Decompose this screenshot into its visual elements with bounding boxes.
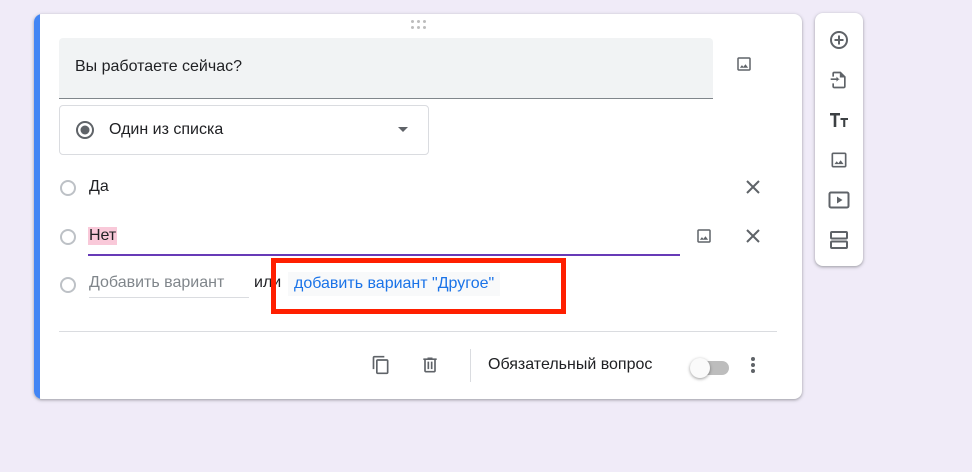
floating-toolbar: [815, 13, 863, 266]
title-text-icon[interactable]: [827, 108, 851, 132]
question-type-label: Один из списка: [109, 121, 224, 138]
add-section-icon[interactable]: [827, 228, 851, 252]
radio-checked-icon: [75, 120, 95, 145]
footer-vertical-divider: [470, 349, 471, 382]
close-icon[interactable]: [740, 174, 766, 200]
add-option-input[interactable]: Добавить вариант: [89, 274, 224, 292]
question-card[interactable]: Вы работаете сейчас? Один из списка Да Н…: [34, 14, 802, 399]
add-question-icon[interactable]: [827, 28, 851, 52]
option-radio-icon: [60, 277, 76, 293]
add-video-icon[interactable]: [827, 188, 851, 212]
question-type-dropdown[interactable]: Один из списка: [59, 105, 429, 155]
dropdown-arrow-icon: [398, 127, 408, 132]
drag-handle-icon[interactable]: [411, 20, 429, 30]
image-icon[interactable]: [730, 51, 758, 77]
option-label-editing[interactable]: Нет: [88, 227, 118, 245]
active-card-indicator: [34, 14, 40, 399]
option-radio-icon: [60, 180, 76, 196]
question-title-text: Вы работаете сейчас?: [75, 58, 242, 75]
footer-divider: [59, 331, 777, 332]
close-icon[interactable]: [740, 223, 766, 249]
import-questions-icon[interactable]: [827, 68, 851, 92]
highlight-annotation-box: [271, 258, 566, 314]
add-option-underline: [89, 297, 249, 298]
image-icon[interactable]: [691, 223, 717, 249]
required-label: Обязательный вопрос: [488, 356, 653, 373]
question-title-field[interactable]: Вы работаете сейчас?: [59, 38, 713, 99]
copy-icon[interactable]: [368, 352, 394, 378]
option-label[interactable]: Да: [89, 178, 109, 196]
more-vert-icon[interactable]: [740, 352, 766, 378]
trash-icon[interactable]: [417, 352, 443, 378]
active-input-underline: [88, 254, 680, 256]
add-image-icon[interactable]: [827, 148, 851, 172]
option-radio-icon: [60, 229, 76, 245]
required-toggle-knob[interactable]: [690, 358, 710, 378]
